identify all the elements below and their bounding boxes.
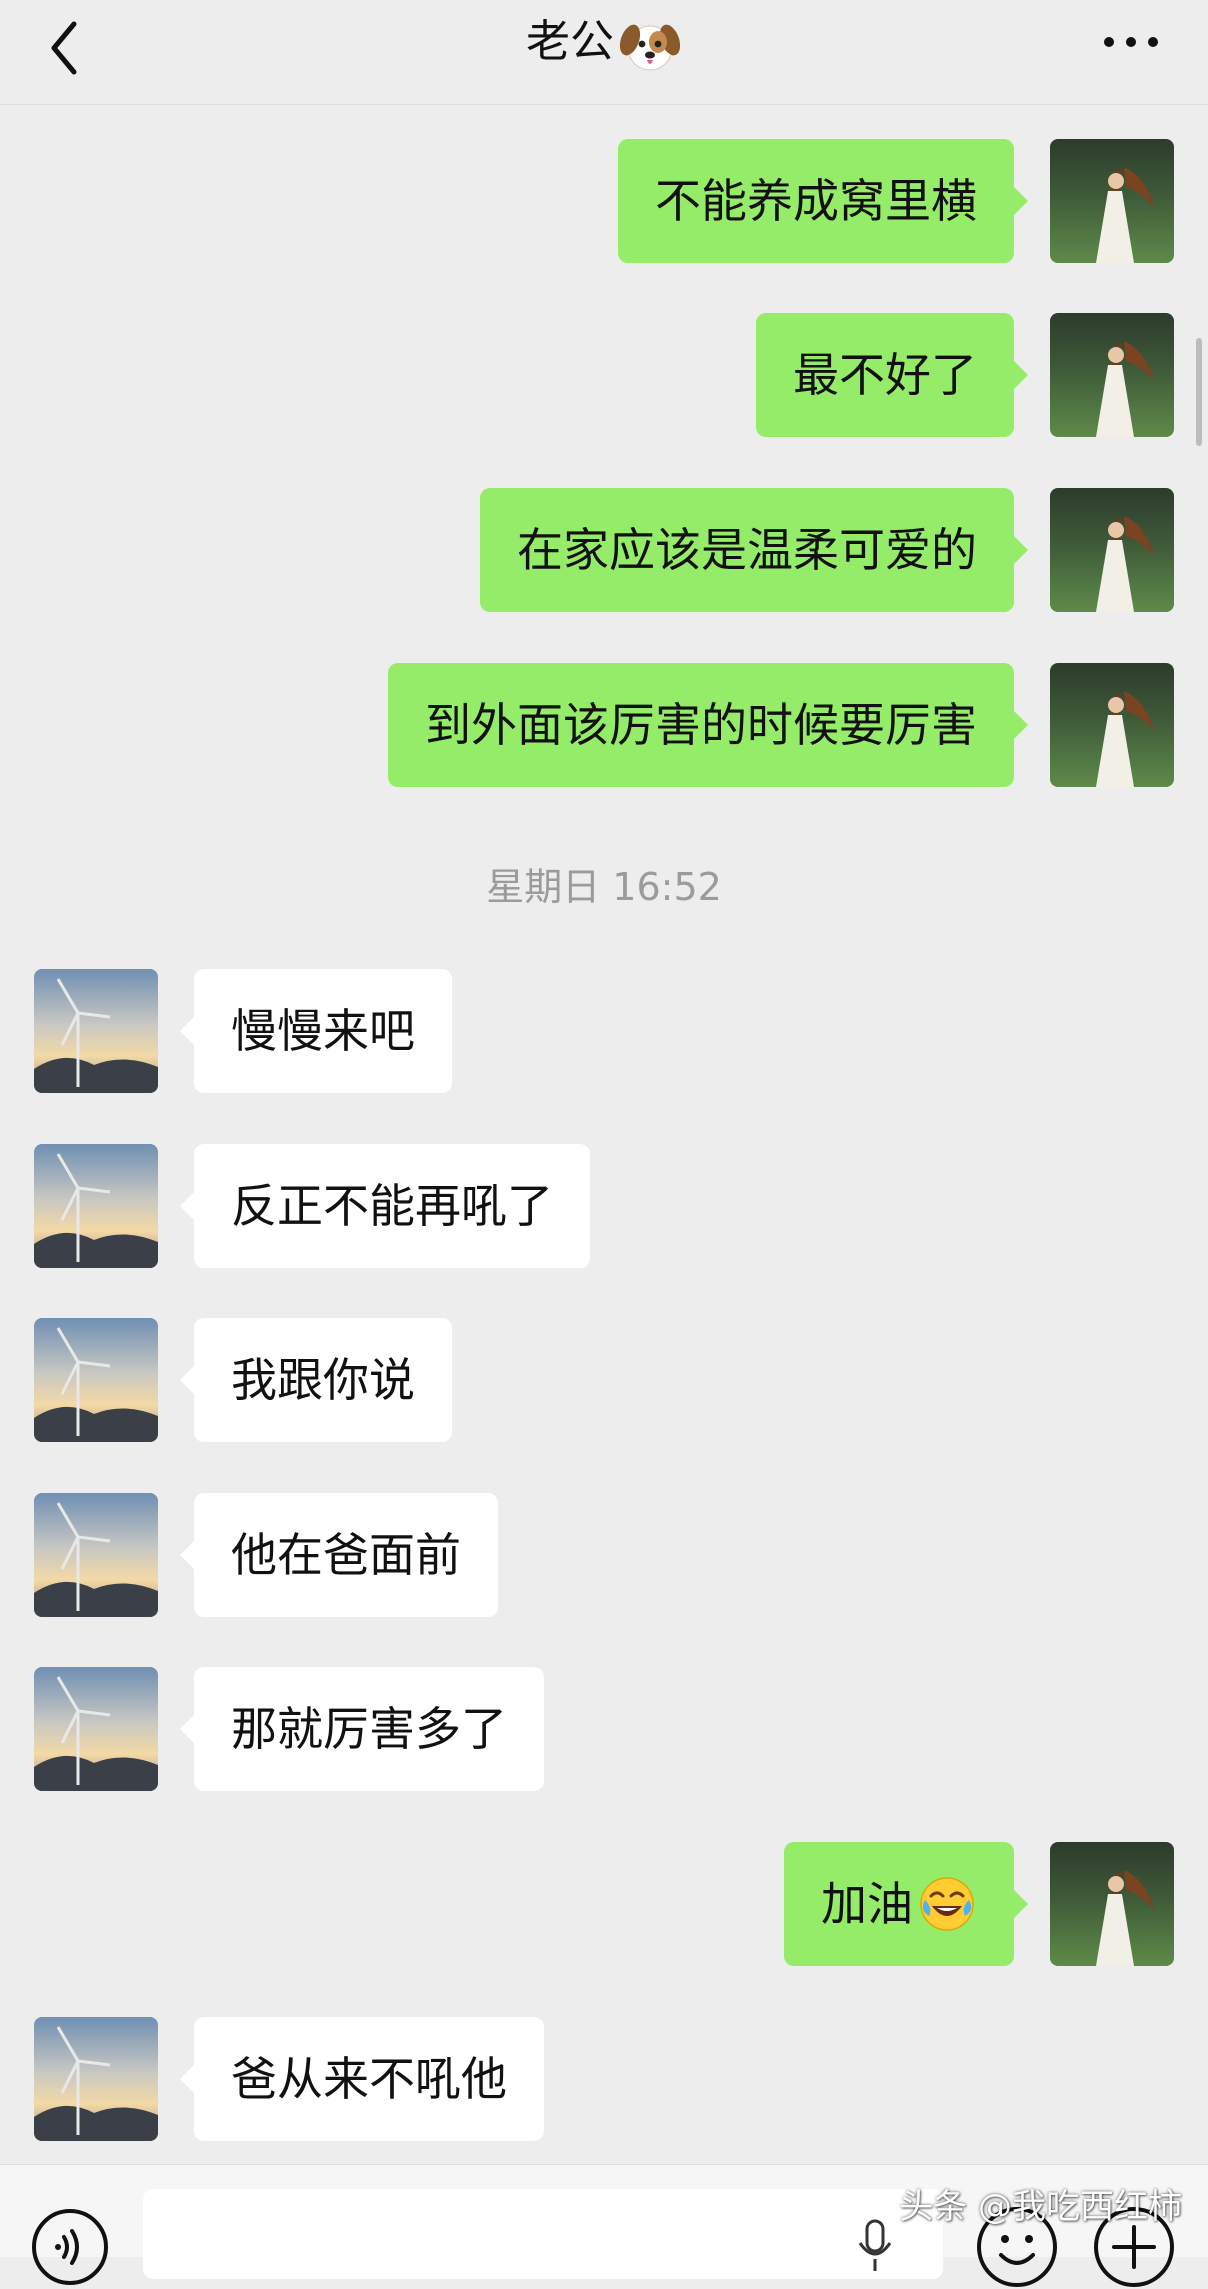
contact-avatar[interactable] <box>34 1493 158 1617</box>
message-row: 到外面该厉害的时候要厉害 <box>0 663 1208 787</box>
message-bubble[interactable]: 那就厉害多了 <box>180 1667 544 1791</box>
chat-title-text: 老公 <box>526 16 614 67</box>
message-bubble[interactable]: 慢慢来吧 <box>180 969 452 1093</box>
message-row: 在家应该是温柔可爱的 <box>0 488 1208 612</box>
self-avatar[interactable] <box>1050 663 1174 787</box>
message-bubble[interactable]: 到外面该厉害的时候要厉害 <box>388 663 1028 787</box>
message-bubble[interactable]: 反正不能再吼了 <box>180 1144 590 1268</box>
message-input[interactable] <box>143 2189 943 2279</box>
self-avatar[interactable] <box>1050 488 1174 612</box>
message-bubble[interactable]: 在家应该是温柔可爱的 <box>480 488 1028 612</box>
self-avatar[interactable] <box>1050 313 1174 437</box>
message-row: 他在爸面前 <box>0 1493 1208 1617</box>
message-row: 爸从来不吼他 <box>0 2017 1208 2141</box>
microphone-icon[interactable] <box>855 2215 895 2275</box>
message-row: 加油 <box>0 1842 1208 1966</box>
message-bubble[interactable]: 不能养成窝里横 <box>618 139 1028 263</box>
message-bubble[interactable]: 最不好了 <box>756 313 1028 437</box>
contact-avatar[interactable] <box>34 2017 158 2141</box>
self-avatar[interactable] <box>1050 1842 1174 1966</box>
message-timestamp: 星期日 16:52 <box>486 865 722 909</box>
contact-avatar[interactable] <box>34 969 158 1093</box>
message-bubble[interactable]: 我跟你说 <box>180 1318 452 1442</box>
chat-header: 老公 <box>0 0 1208 105</box>
message-row: 我跟你说 <box>0 1318 1208 1442</box>
message-row: 慢慢来吧 <box>0 969 1208 1093</box>
message-row: 反正不能再吼了 <box>0 1144 1208 1268</box>
message-bubble[interactable]: 他在爸面前 <box>180 1493 498 1617</box>
chat-title: 老公 <box>0 10 1208 76</box>
message-bubble[interactable]: 爸从来不吼他 <box>180 2017 544 2141</box>
contact-avatar[interactable] <box>34 1667 158 1791</box>
self-avatar[interactable] <box>1050 139 1174 263</box>
voice-input-icon[interactable] <box>30 2207 110 2287</box>
laughing-crying-face-icon <box>920 1876 974 1931</box>
contact-avatar[interactable] <box>34 1318 158 1442</box>
more-horizontal-icon[interactable] <box>1096 22 1166 62</box>
message-row: 不能养成窝里横 <box>0 139 1208 263</box>
message-bubble[interactable]: 加油 <box>784 1842 1028 1966</box>
message-row: 那就厉害多了 <box>0 1667 1208 1791</box>
message-row: 最不好了 <box>0 313 1208 437</box>
contact-avatar[interactable] <box>34 1144 158 1268</box>
watermark: 头条 @我吃西红柿 <box>899 2187 1182 2227</box>
dog-face-icon <box>619 24 681 71</box>
message-text: 加油 <box>821 1877 913 1931</box>
